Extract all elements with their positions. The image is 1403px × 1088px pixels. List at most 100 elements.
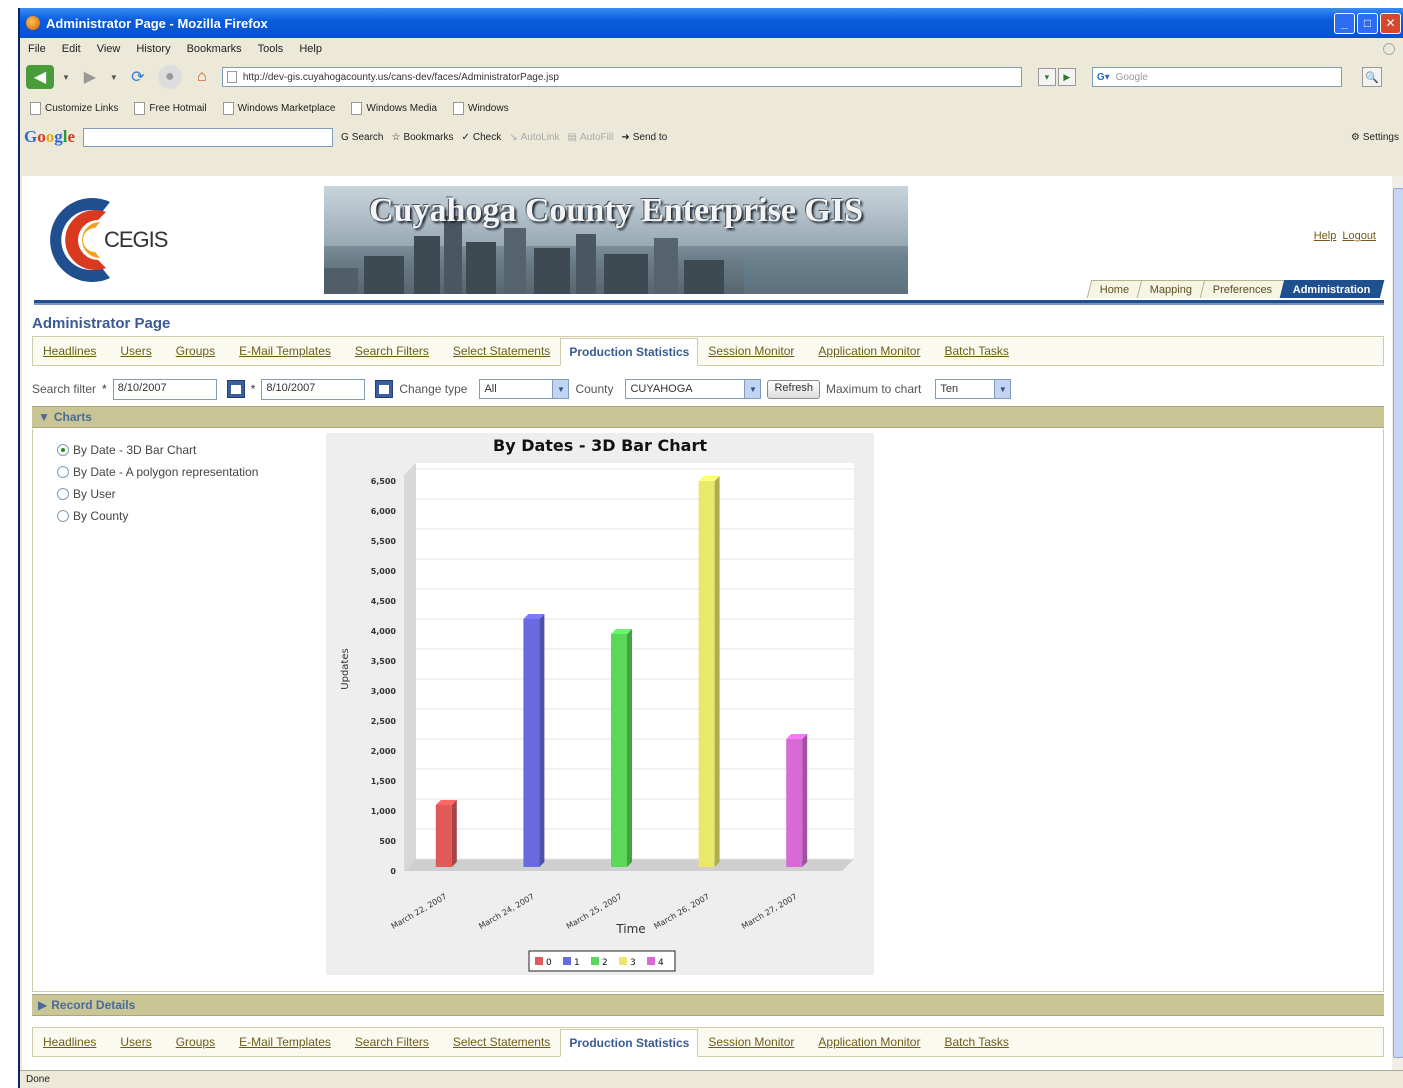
minimize-button[interactable]: _	[1334, 12, 1355, 34]
chart-option-by-user[interactable]: By User	[57, 483, 258, 505]
subtab-headlines[interactable]: Headlines	[43, 1035, 96, 1049]
legend-swatch-1	[563, 957, 571, 965]
county-select[interactable]: CUYAHOGA ▼	[625, 379, 762, 399]
cegis-logo[interactable]: CEGIS	[34, 186, 324, 294]
back-dropdown-icon[interactable]: ▼	[62, 73, 70, 82]
google-sendto-button[interactable]: ➜ Send to	[621, 132, 667, 143]
logo-text: CEGIS	[104, 227, 168, 252]
subtab-email-templates[interactable]: E-Mail Templates	[239, 344, 331, 358]
x-axis-label: Time	[615, 922, 645, 936]
home-button[interactable]: ⌂	[190, 65, 214, 89]
url-bar[interactable]: http://dev-gis.cuyahogacounty.us/cans-de…	[221, 67, 1022, 87]
scrollbar-thumb[interactable]	[1393, 188, 1403, 1058]
google-check-button[interactable]: ✓ Check	[461, 132, 501, 143]
change-type-select[interactable]: All ▼	[479, 379, 570, 399]
google-settings-button[interactable]: ⚙ Settings	[1351, 132, 1399, 143]
radio-button[interactable]	[57, 466, 69, 478]
chart-option-3d-bar[interactable]: By Date - 3D Bar Chart	[57, 439, 258, 461]
google-toolbar-input[interactable]	[83, 127, 334, 147]
menu-view[interactable]: View	[97, 43, 121, 55]
refresh-button[interactable]: Refresh	[767, 379, 820, 399]
x-tick-label: March 25, 2007	[565, 892, 624, 931]
subtab-production-statistics[interactable]: Production Statistics	[560, 1028, 699, 1057]
bookmark-label: Windows Marketplace	[237, 102, 336, 114]
subtab-email-templates[interactable]: E-Mail Templates	[239, 1035, 331, 1049]
reload-button[interactable]: ⟳	[126, 65, 150, 89]
google-search-engine-icon[interactable]: G▾	[1097, 72, 1110, 83]
menu-file[interactable]: File	[28, 43, 46, 55]
menu-history[interactable]: History	[136, 43, 170, 55]
tab-mapping[interactable]: Mapping	[1136, 280, 1206, 298]
google-bookmarks-button[interactable]: ☆ Bookmarks	[391, 132, 453, 143]
tab-preferences[interactable]: Preferences	[1199, 280, 1286, 298]
google-autolink-button[interactable]: ↘ AutoLink	[509, 132, 559, 143]
calendar-icon[interactable]	[226, 380, 245, 398]
page-icon	[226, 71, 237, 83]
forward-dropdown-icon[interactable]: ▼	[110, 73, 118, 82]
radio-button[interactable]	[57, 488, 69, 500]
google-autofill-button[interactable]: ▤ AutoFill	[568, 132, 614, 143]
menu-tools[interactable]: Tools	[258, 43, 284, 55]
tab-administration[interactable]: Administration	[1280, 280, 1385, 298]
stop-button[interactable]: ●	[157, 65, 182, 89]
record-details-section-header[interactable]: ▶ Record Details	[32, 994, 1384, 1016]
vertical-scrollbar[interactable]	[1392, 176, 1403, 1070]
subtab-search-filters[interactable]: Search Filters	[355, 1035, 429, 1049]
subtab-batch-tasks[interactable]: Batch Tasks	[944, 1035, 1008, 1049]
close-button[interactable]: ✕	[1380, 12, 1401, 34]
go-button[interactable]: ▶	[1057, 68, 1076, 86]
subtab-select-statements[interactable]: Select Statements	[453, 344, 550, 358]
maximize-button[interactable]: □	[1357, 12, 1378, 34]
subtab-headlines[interactable]: Headlines	[43, 344, 96, 358]
date-from-input[interactable]: 8/10/2007	[112, 378, 217, 400]
menu-edit[interactable]: Edit	[62, 43, 81, 55]
legend-label-3: 3	[630, 958, 636, 968]
menu-help[interactable]: Help	[299, 43, 322, 55]
subtab-groups[interactable]: Groups	[176, 344, 215, 358]
search-button[interactable]: 🔍	[1361, 67, 1382, 87]
chevron-down-icon: ▼	[744, 380, 761, 398]
tab-home[interactable]: Home	[1086, 280, 1143, 298]
menu-bookmarks[interactable]: Bookmarks	[187, 43, 242, 55]
bookmark-page-icon	[134, 101, 146, 115]
search-input[interactable]: G▾ Google	[1091, 67, 1342, 87]
subtab-batch-tasks[interactable]: Batch Tasks	[944, 344, 1008, 358]
subtab-production-statistics[interactable]: Production Statistics	[560, 337, 699, 366]
subtab-session-monitor[interactable]: Session Monitor	[708, 1035, 794, 1049]
date-to-input[interactable]: 8/10/2007	[261, 378, 366, 400]
bar-front-2	[611, 634, 627, 867]
calendar-icon[interactable]	[375, 380, 394, 398]
bookmark-windows-media[interactable]: Windows Media	[351, 101, 437, 115]
bookmark-free-hotmail[interactable]: Free Hotmail	[134, 101, 207, 115]
back-button[interactable]: ◀	[26, 65, 54, 89]
bookmark-customize-links[interactable]: Customize Links	[30, 101, 118, 115]
charts-section-header[interactable]: ▼ Charts	[32, 406, 1384, 428]
required-mark: *	[250, 382, 256, 396]
subtab-users[interactable]: Users	[120, 344, 151, 358]
logout-link[interactable]: Logout	[1342, 230, 1376, 242]
bar-front-0	[435, 805, 452, 867]
check-icon: ✓	[461, 131, 470, 143]
subtab-search-filters[interactable]: Search Filters	[355, 344, 429, 358]
bookmark-page-icon	[351, 101, 363, 115]
subtab-application-monitor[interactable]: Application Monitor	[818, 1035, 920, 1049]
subtab-session-monitor[interactable]: Session Monitor	[708, 344, 794, 358]
bar-front-1	[523, 619, 540, 867]
bookmark-windows-marketplace[interactable]: Windows Marketplace	[222, 101, 336, 115]
max-chart-select[interactable]: Ten ▼	[935, 379, 1012, 399]
bookmark-windows[interactable]: Windows	[453, 101, 509, 115]
subtab-users[interactable]: Users	[120, 1035, 151, 1049]
collapse-arrow-icon: ▼	[38, 410, 50, 424]
radio-button[interactable]	[57, 444, 69, 456]
subtab-select-statements[interactable]: Select Statements	[453, 1035, 550, 1049]
subtab-application-monitor[interactable]: Application Monitor	[818, 344, 920, 358]
subtab-groups[interactable]: Groups	[176, 1035, 215, 1049]
history-dropdown-button[interactable]: ▾	[1037, 68, 1056, 86]
google-logo[interactable]: Google	[24, 127, 75, 147]
radio-button[interactable]	[57, 510, 69, 522]
chart-option-by-county[interactable]: By County	[57, 505, 258, 527]
forward-button[interactable]: ▶	[78, 65, 102, 89]
chart-option-polygon[interactable]: By Date - A polygon representation	[57, 461, 258, 483]
help-link[interactable]: Help	[1314, 230, 1337, 242]
google-search-button[interactable]: G Search	[341, 132, 383, 143]
